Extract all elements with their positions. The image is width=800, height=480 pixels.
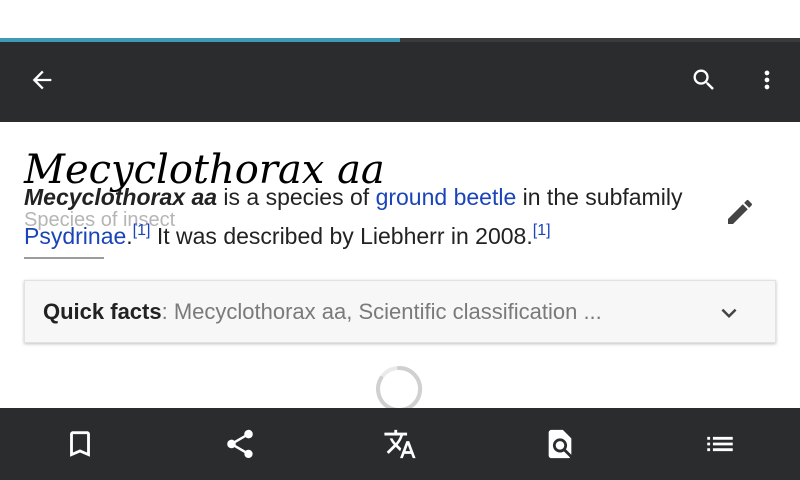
save-page-button[interactable] bbox=[56, 420, 104, 468]
lead-text: It was described by Liebherr in 2008. bbox=[150, 223, 533, 249]
more-options-button[interactable] bbox=[743, 56, 791, 104]
edit-button[interactable] bbox=[716, 188, 764, 236]
lead-text: in the subfamily bbox=[516, 184, 683, 210]
search-button[interactable] bbox=[680, 56, 728, 104]
table-of-contents-button[interactable] bbox=[696, 420, 744, 468]
page-load-progress-fill bbox=[0, 38, 400, 42]
app-toolbar bbox=[0, 38, 800, 122]
title-divider bbox=[24, 257, 104, 259]
loading-spinner-icon bbox=[376, 365, 423, 408]
link-ground-beetle[interactable]: ground beetle bbox=[376, 184, 517, 210]
quick-facts-card[interactable]: Quick facts: Mecyclothorax aa, Scientifi… bbox=[24, 280, 776, 343]
lead-subject: Mecyclothorax aa bbox=[24, 184, 218, 210]
back-button[interactable] bbox=[18, 56, 66, 104]
contents-list-icon bbox=[707, 436, 733, 452]
change-language-button[interactable] bbox=[376, 420, 424, 468]
bookmark-icon bbox=[70, 431, 90, 457]
lead-paragraph: Mecyclothorax aa is a species of ground … bbox=[24, 178, 714, 256]
page-load-progress bbox=[0, 38, 800, 42]
quick-facts-expand[interactable] bbox=[709, 293, 749, 333]
quick-facts-label: Quick facts bbox=[43, 299, 162, 324]
quick-facts-text: Quick facts: Mecyclothorax aa, Scientifi… bbox=[43, 299, 602, 325]
reference-link[interactable]: [1] bbox=[533, 222, 551, 239]
more-vert-icon bbox=[764, 70, 770, 90]
pencil-icon bbox=[728, 199, 753, 224]
search-icon bbox=[693, 69, 714, 90]
find-in-page-icon bbox=[548, 429, 572, 459]
link-psydrinae[interactable]: Psydrinae bbox=[24, 223, 126, 249]
share-icon bbox=[227, 429, 253, 459]
share-button[interactable] bbox=[216, 420, 264, 468]
status-strip bbox=[0, 0, 800, 38]
chevron-down-icon bbox=[721, 308, 737, 318]
translate-icon bbox=[384, 429, 416, 459]
find-in-page-button[interactable] bbox=[536, 420, 584, 468]
bottom-action-bar bbox=[0, 408, 800, 480]
quick-facts-summary: : Mecyclothorax aa, Scientific classific… bbox=[161, 299, 602, 324]
article-content: Mecyclothorax aa Species of insect Mecyc… bbox=[0, 122, 800, 408]
arrow-back-icon bbox=[32, 70, 52, 90]
lead-text: is a species of bbox=[217, 184, 376, 210]
reference-link[interactable]: [1] bbox=[133, 222, 151, 239]
